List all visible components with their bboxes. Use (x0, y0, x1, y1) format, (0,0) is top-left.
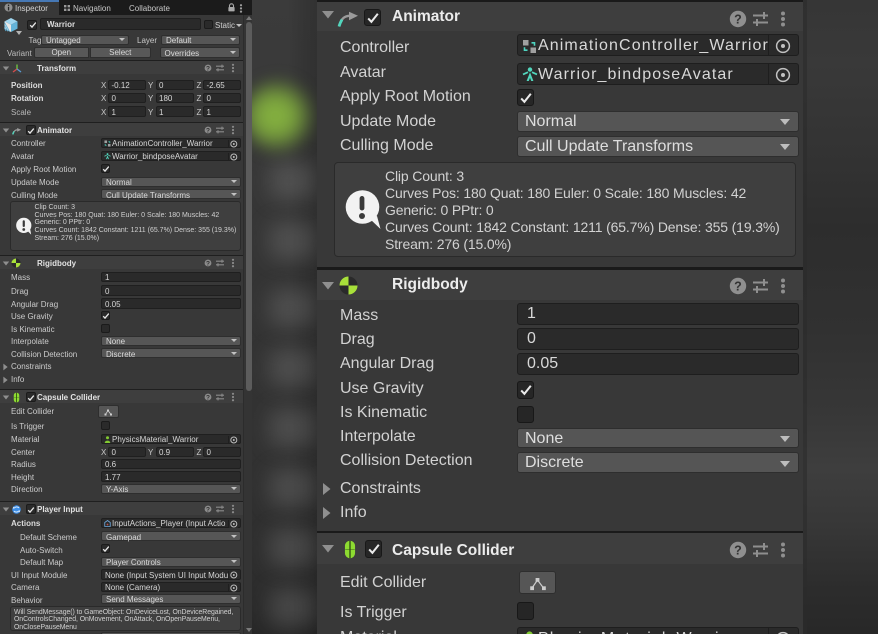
svg-text:?: ? (206, 394, 210, 401)
svg-text:?: ? (734, 13, 742, 27)
svg-text:?: ? (206, 506, 210, 513)
svg-text:?: ? (206, 127, 210, 134)
svg-text:?: ? (734, 544, 742, 558)
svg-text:?: ? (206, 260, 210, 267)
svg-text:?: ? (734, 280, 742, 294)
svg-text:?: ? (206, 65, 210, 72)
